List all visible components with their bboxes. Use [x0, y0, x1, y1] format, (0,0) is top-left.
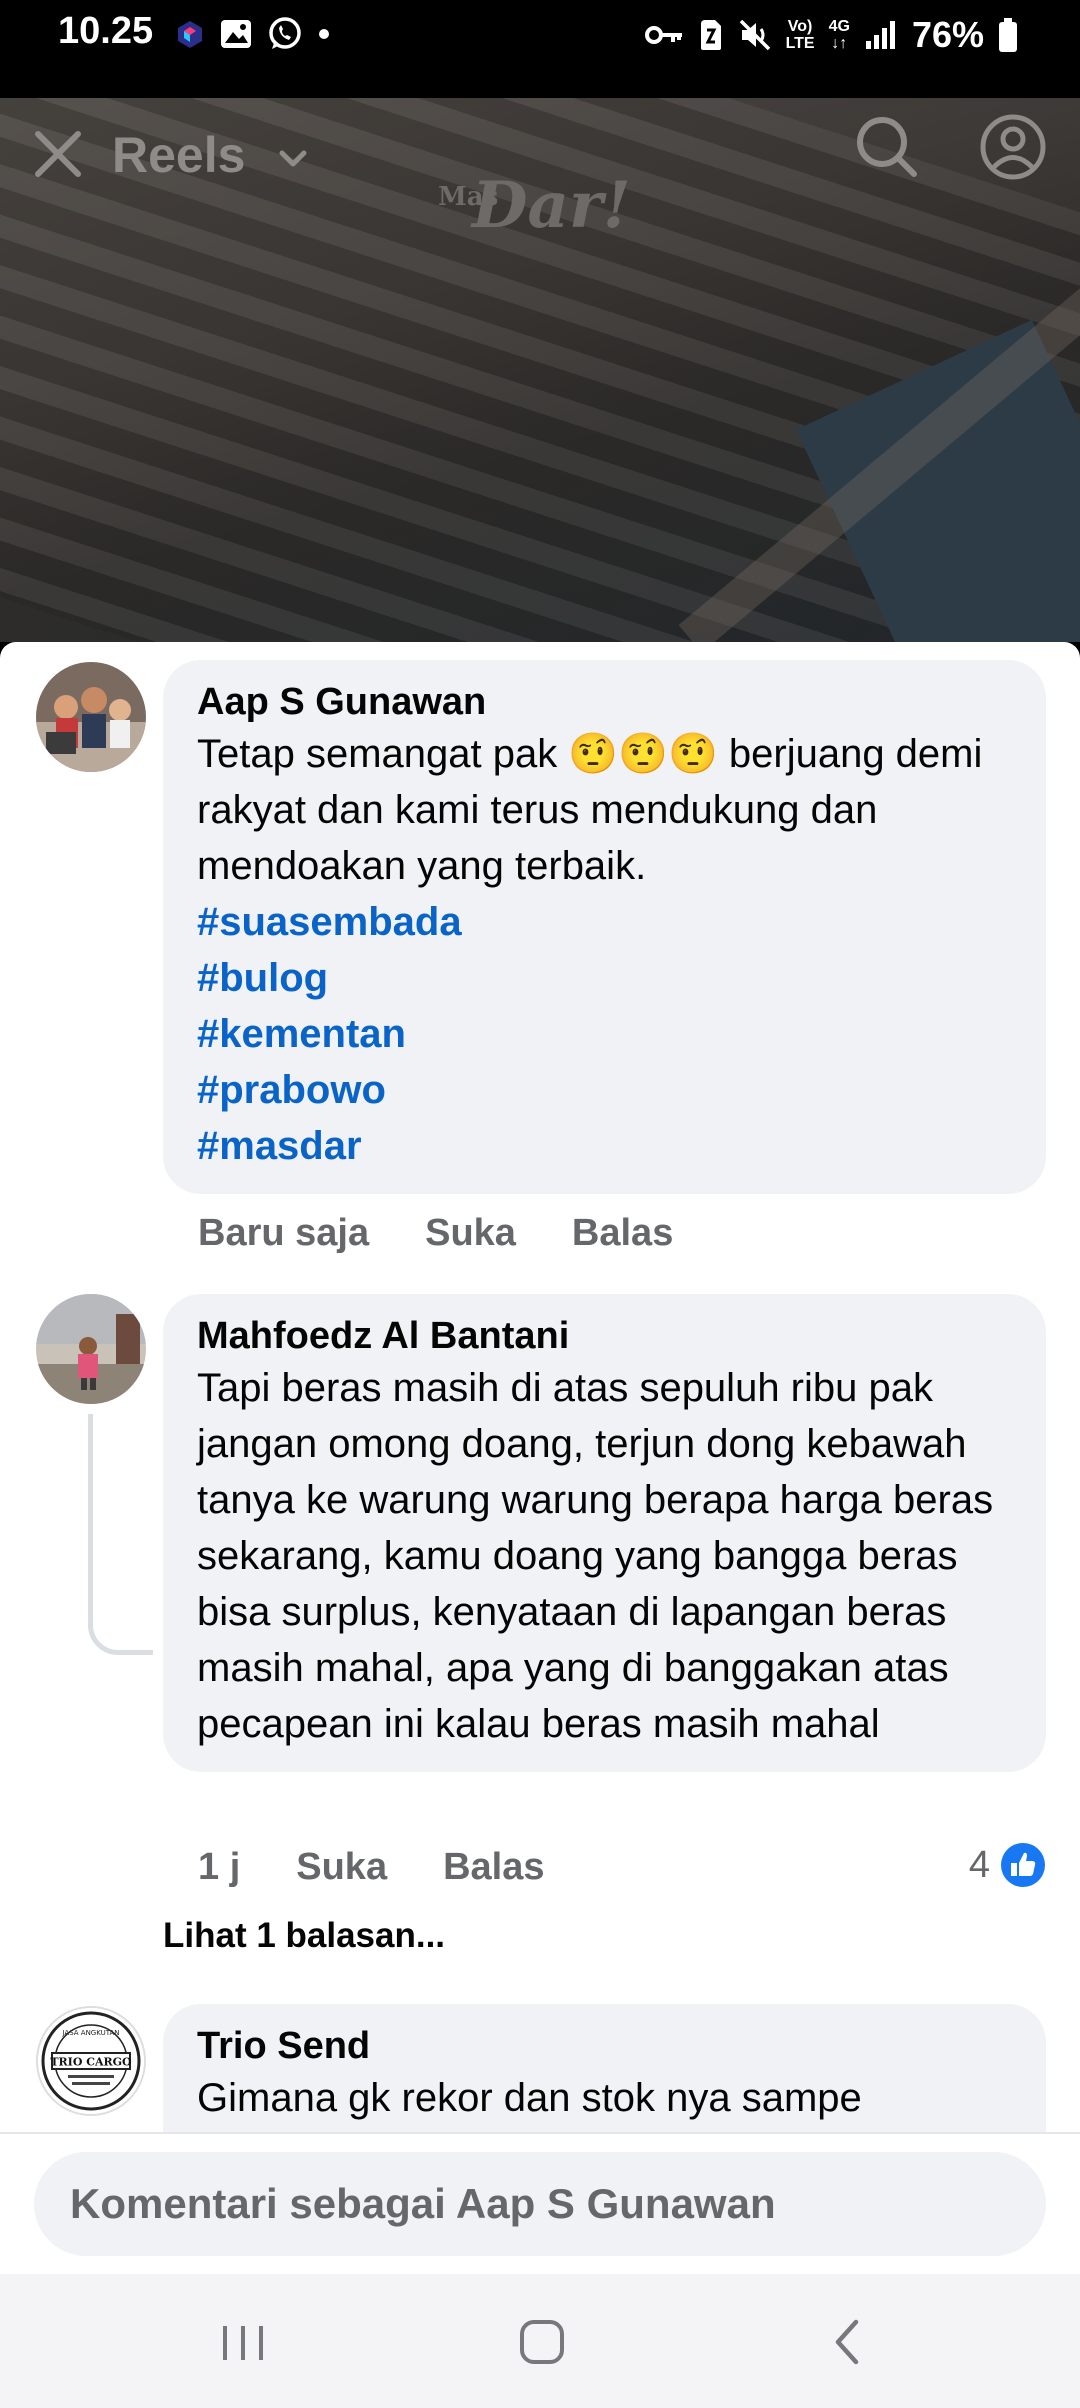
- reels-title[interactable]: Reels: [112, 126, 245, 184]
- 4g-icon: 4G ↓↑: [828, 18, 850, 52]
- reels-top-bar: Reels: [0, 98, 1080, 218]
- mute-icon: [739, 19, 770, 51]
- vpn-key-icon: [644, 26, 682, 44]
- comment-bubble[interactable]: Mahfoedz Al Bantani Tapi beras masih di …: [163, 1294, 1046, 1772]
- thread-connector: [88, 1414, 153, 1655]
- close-icon[interactable]: [30, 126, 86, 182]
- battery-icon: [999, 18, 1017, 52]
- battery-percent: 76%: [911, 14, 984, 55]
- system-nav-bar: [0, 2274, 1080, 2408]
- avatar[interactable]: TRIO CARGO JASA ANGKUTAN: [36, 2006, 146, 2116]
- comment-bubble[interactable]: Aap S Gunawan Tetap semangat pak 🤨🤨🤨 ber…: [163, 660, 1046, 1194]
- avatar[interactable]: [36, 1294, 146, 1404]
- comment-author[interactable]: Aap S Gunawan: [197, 678, 1012, 726]
- reply-button[interactable]: Balas: [572, 1212, 673, 1255]
- status-bar: 10.25 Vo) LTE 4G ↓↑ 76%: [0, 0, 1080, 98]
- comment-author[interactable]: Mahfoedz Al Bantani: [197, 1312, 1012, 1360]
- back-icon[interactable]: [818, 2314, 878, 2370]
- comment-text: Tetap semangat pak 🤨🤨🤨 berjuang demi rak…: [197, 732, 983, 888]
- hashtag-link[interactable]: #masdar: [197, 1118, 1012, 1174]
- comments-panel: Aap S Gunawan Tetap semangat pak 🤨🤨🤨 ber…: [0, 642, 1080, 2274]
- hashtag-link[interactable]: #kementan: [197, 1006, 1012, 1062]
- status-right-icons: Vo) LTE 4G ↓↑ 76%: [644, 14, 1018, 56]
- svg-text:TRIO CARGO: TRIO CARGO: [50, 2056, 132, 2069]
- volte-icon: Vo) LTE: [785, 18, 815, 52]
- like-reaction-icon: [1001, 1843, 1045, 1887]
- dot-icon: [319, 29, 329, 39]
- view-replies-link[interactable]: Lihat 1 balasan...: [163, 1916, 445, 1956]
- sim-icon: [700, 20, 721, 50]
- app-notification-icon: [178, 21, 202, 48]
- status-time: 10.25: [58, 10, 154, 52]
- like-button[interactable]: Suka: [296, 1846, 387, 1889]
- reaction-count[interactable]: 4: [969, 1842, 1046, 1888]
- reply-button[interactable]: Balas: [443, 1846, 544, 1889]
- chevron-down-icon[interactable]: [276, 142, 310, 176]
- comment-actions: 1 j Suka Balas: [198, 1846, 544, 1889]
- profile-icon[interactable]: [978, 112, 1048, 182]
- comment-actions: Baru saja Suka Balas: [198, 1212, 673, 1255]
- hashtag-link[interactable]: #suasembada: [197, 894, 1012, 950]
- svg-text:JASA ANGKUTAN: JASA ANGKUTAN: [61, 2029, 119, 2037]
- recent-apps-icon[interactable]: [213, 2314, 273, 2370]
- like-count: 4: [968, 1843, 990, 1886]
- comment-text: Tapi beras masih di atas sepuluh ribu pa…: [197, 1366, 994, 1746]
- status-left-icons: [175, 16, 331, 52]
- hashtag-link[interactable]: #prabowo: [197, 1062, 1012, 1118]
- comment-input[interactable]: Komentari sebagai Aap S Gunawan: [34, 2152, 1046, 2256]
- comment-text: Gimana gk rekor dan stok nya sampe: [197, 2076, 862, 2120]
- comment-composer: Komentari sebagai Aap S Gunawan: [0, 2132, 1080, 2276]
- hashtag-link[interactable]: #bulog: [197, 950, 1012, 1006]
- home-icon[interactable]: [512, 2314, 572, 2370]
- whatsapp-icon: [269, 17, 301, 49]
- comment-time: Baru saja: [198, 1212, 370, 1254]
- gallery-icon: [221, 20, 251, 48]
- comment-author[interactable]: Trio Send: [197, 2022, 1012, 2070]
- avatar[interactable]: [36, 662, 146, 772]
- signal-icon: [865, 21, 895, 49]
- search-icon[interactable]: [852, 112, 922, 182]
- comment-time: 1 j: [198, 1846, 241, 1888]
- like-button[interactable]: Suka: [425, 1212, 516, 1255]
